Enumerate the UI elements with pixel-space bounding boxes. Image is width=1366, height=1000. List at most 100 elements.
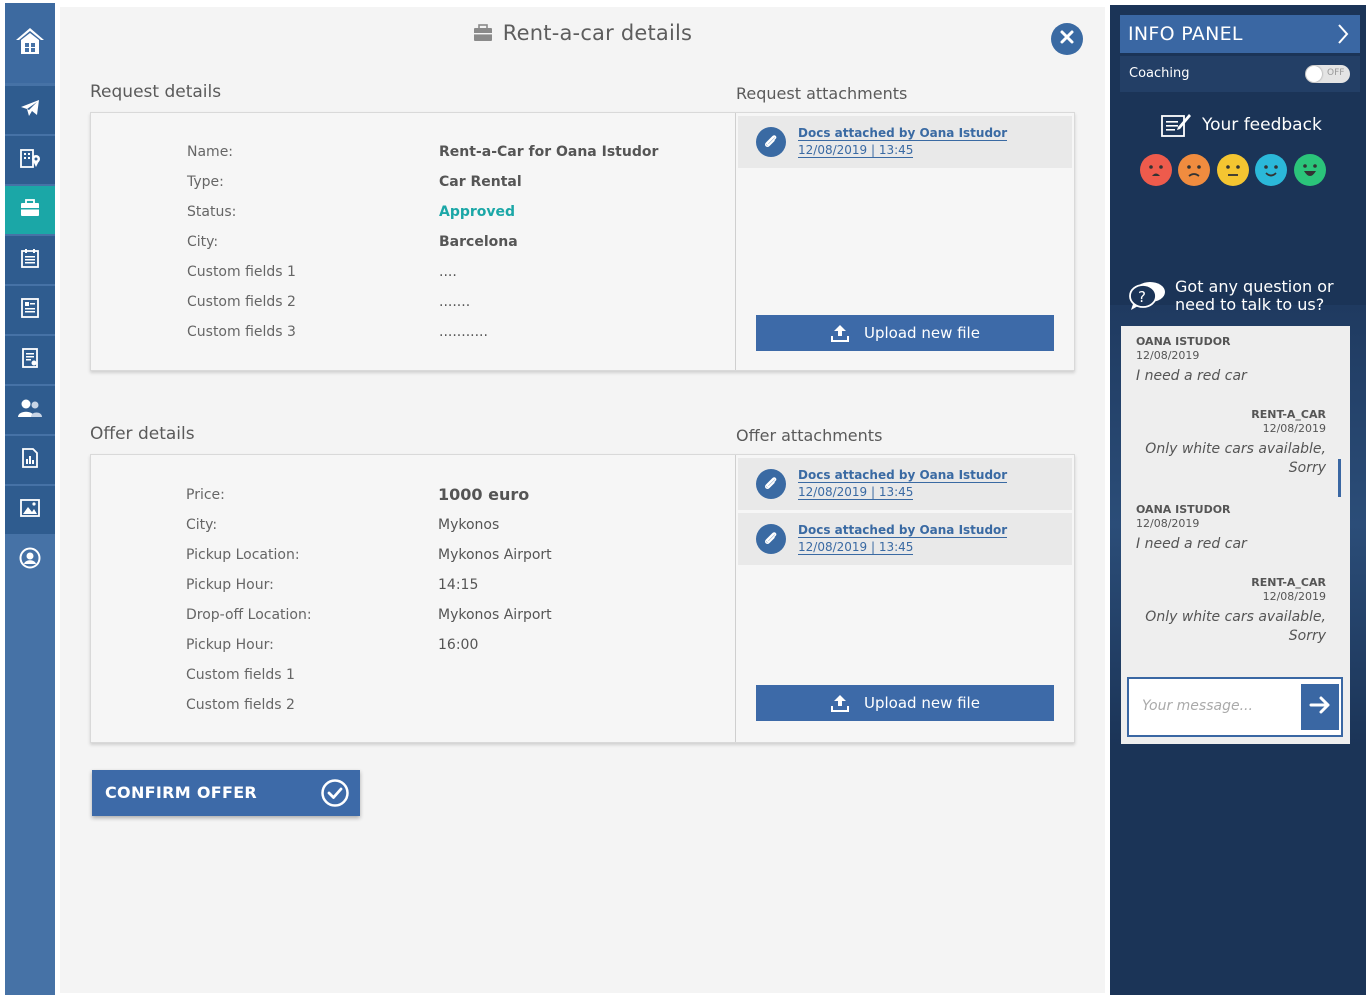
offer-label-pickup-hour: Pickup Hour:: [186, 577, 274, 593]
users-icon: [17, 396, 43, 424]
attachment-date: 12/08/2019 | 13:45: [798, 143, 914, 158]
gallery-icon: [18, 496, 42, 524]
briefcase-icon: [473, 23, 493, 47]
request-details-title: Request details: [90, 82, 222, 102]
message-author: OANA ISTUDOR: [1136, 335, 1231, 348]
attachment-link[interactable]: Docs attached by Oana Istudor: [798, 126, 1008, 141]
message-author: OANA ISTUDOR: [1136, 503, 1231, 516]
send-button[interactable]: [1301, 684, 1339, 730]
app-root: Rent-a-car details Request details Reque…: [0, 0, 1366, 1000]
nav-hotels[interactable]: [5, 136, 55, 184]
request-label-custom2: Custom fields 2: [187, 294, 296, 310]
request-value-name: Rent-a-Car for Oana Istudor: [439, 144, 659, 160]
upload-icon: [830, 693, 850, 713]
rentacar-details-panel: Rent-a-car details Request details Reque…: [60, 7, 1105, 993]
offer-upload-button[interactable]: Upload new file: [756, 685, 1054, 721]
toggle-knob: [1306, 66, 1322, 82]
nav-list[interactable]: [5, 286, 55, 334]
offer-value-dropoff-location: Mykonos Airport: [438, 607, 552, 623]
feedback-icon: [1160, 111, 1192, 139]
nav-users[interactable]: [5, 386, 55, 434]
box-divider: [735, 113, 736, 370]
message-date: 12/08/2019: [1262, 422, 1326, 435]
request-details-box: Name: Rent-a-Car for Oana Istudor Type: …: [90, 112, 1075, 371]
offer-attachments-title: Offer attachments: [736, 426, 883, 445]
offer-details-box: Price: 1000 euro City: Mykonos Pickup Lo…: [90, 454, 1075, 743]
upload-label: Upload new file: [864, 324, 980, 342]
request-label-name: Name:: [187, 144, 234, 160]
offer-label-dropoff-location: Drop-off Location:: [186, 607, 312, 623]
coaching-row: Coaching OFF: [1120, 56, 1360, 92]
info-panel: INFO PANEL Coaching OFF Your feedback ? …: [1110, 5, 1366, 995]
message-body: I need a red car: [1136, 368, 1247, 384]
briefcase-icon: [18, 196, 42, 224]
offer-label-pickup-location: Pickup Location:: [186, 547, 300, 563]
request-label-custom3: Custom fields 3: [187, 324, 296, 340]
offer-label-custom2: Custom fields 2: [186, 697, 295, 713]
message-body: Only white cars available, Sorry: [1145, 441, 1326, 476]
chat-message: OANA ISTUDOR 12/08/2019 I need a red car: [1136, 335, 1326, 386]
message-date: 12/08/2019: [1136, 349, 1200, 362]
box-divider: [735, 455, 736, 742]
sad-emoji-icon[interactable]: [1178, 154, 1210, 186]
coaching-label: Coaching: [1129, 66, 1190, 81]
calendar-icon: [18, 246, 42, 274]
request-label-type: Type:: [187, 174, 224, 190]
request-label-status: Status:: [187, 204, 237, 220]
request-label-city: City:: [187, 234, 219, 250]
paperclip-icon: [756, 127, 786, 157]
message-author: RENT-A_CAR: [1251, 576, 1326, 589]
upload-icon: [830, 323, 850, 343]
neutral-emoji-icon[interactable]: [1217, 154, 1249, 186]
request-attachment-item[interactable]: Docs attached by Oana Istudor 12/08/2019…: [738, 116, 1072, 168]
chevron-right-icon[interactable]: [1336, 23, 1350, 50]
nav-charts[interactable]: [5, 436, 55, 484]
close-button[interactable]: [1051, 23, 1083, 55]
info-panel-header[interactable]: INFO PANEL: [1120, 15, 1360, 53]
confirm-offer-label: CONFIRM OFFER: [105, 783, 258, 802]
request-value-custom3: ...........: [439, 324, 488, 340]
close-icon: [1059, 29, 1075, 49]
attachment-link[interactable]: Docs attached by Oana Istudor: [798, 523, 1008, 538]
offer-label-custom1: Custom fields 1: [186, 667, 295, 683]
upload-label: Upload new file: [864, 694, 980, 712]
paperclip-icon: [756, 524, 786, 554]
offer-attachment-item[interactable]: Docs attached by Oana Istudor 12/08/2019…: [738, 513, 1072, 565]
request-value-custom2: .......: [439, 294, 471, 310]
request-value-city: Barcelona: [439, 234, 518, 250]
request-value-custom1: ....: [439, 264, 457, 280]
chat-scrollbar[interactable]: [1338, 459, 1341, 497]
flight-icon: [18, 96, 42, 124]
very-sad-emoji-icon[interactable]: [1140, 154, 1172, 186]
request-attachments-title: Request attachments: [736, 84, 908, 103]
attachment-link[interactable]: Docs attached by Oana Istudor: [798, 468, 1008, 483]
nav-flights[interactable]: [5, 86, 55, 134]
feedback-heading: Your feedback: [1160, 111, 1322, 139]
check-circle-icon: [320, 778, 350, 812]
nav-home[interactable]: [5, 3, 55, 83]
page-title-wrap: Rent-a-car details: [60, 21, 1105, 47]
hotel-icon: [18, 146, 42, 174]
nav-calendar[interactable]: [5, 236, 55, 284]
request-label-custom1: Custom fields 1: [187, 264, 296, 280]
offer-value-price: 1000 euro: [438, 485, 530, 504]
offer-value-pickup-location: Mykonos Airport: [438, 547, 552, 563]
nav-rentacar[interactable]: [5, 186, 55, 234]
offer-attachment-item[interactable]: Docs attached by Oana Istudor 12/08/2019…: [738, 458, 1072, 510]
happy-emoji-icon[interactable]: [1255, 154, 1287, 186]
confirm-offer-button[interactable]: CONFIRM OFFER: [92, 770, 360, 816]
info-panel-title: INFO PANEL: [1128, 23, 1243, 45]
request-value-type: Car Rental: [439, 174, 522, 190]
message-date: 12/08/2019: [1136, 517, 1200, 530]
nav-gallery[interactable]: [5, 486, 55, 534]
message-input[interactable]: [1142, 695, 1292, 717]
page-title: Rent-a-car details: [502, 21, 693, 45]
request-upload-button[interactable]: Upload new file: [756, 315, 1054, 351]
offer-value-pickup-hour: 14:15: [438, 577, 479, 593]
coaching-toggle[interactable]: OFF: [1305, 65, 1350, 83]
feedback-emojis: [1140, 154, 1330, 188]
nav-reports[interactable]: [5, 336, 55, 384]
nav-profile[interactable]: [5, 536, 55, 584]
very-happy-emoji-icon[interactable]: [1294, 154, 1326, 186]
toggle-state: OFF: [1327, 68, 1345, 78]
